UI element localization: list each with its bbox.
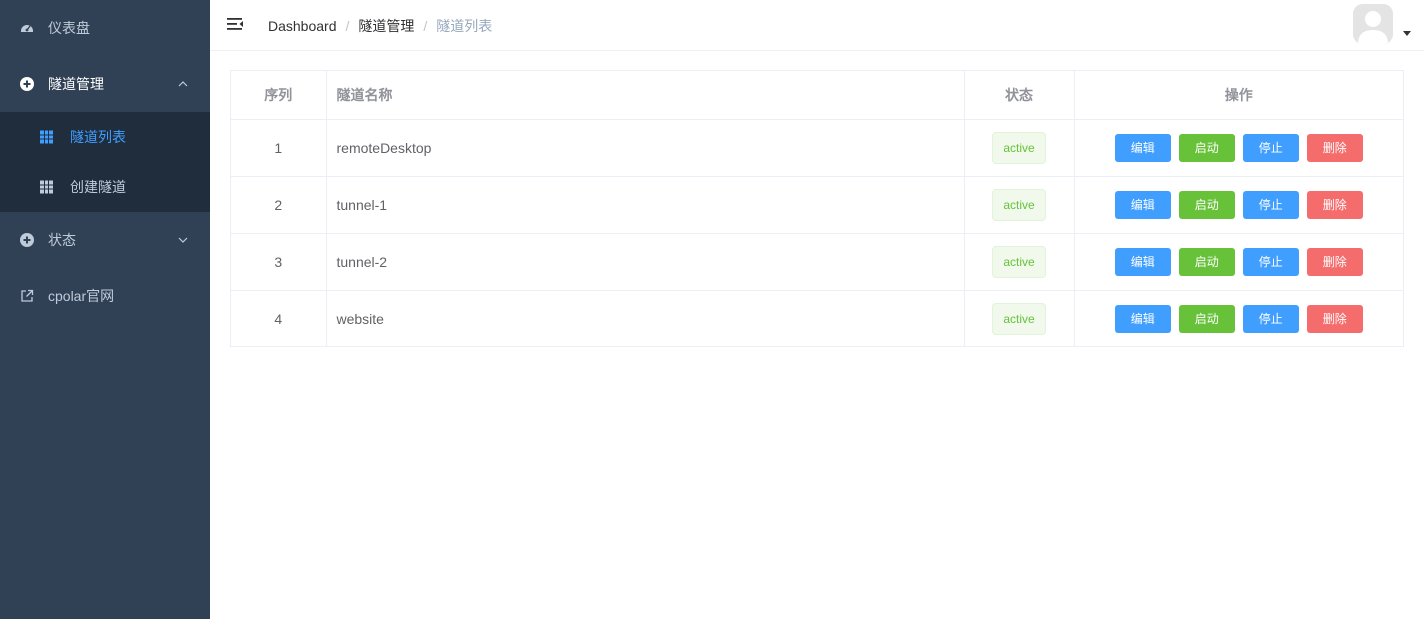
edit-button[interactable]: 编辑 — [1114, 304, 1171, 333]
external-link-icon — [21, 289, 34, 302]
breadcrumb-dashboard[interactable]: Dashboard — [268, 18, 337, 34]
sidebar-item-label: 隧道管理 — [48, 76, 104, 92]
delete-button[interactable]: 删除 — [1306, 304, 1363, 333]
row-status-cell: active — [964, 290, 1075, 347]
header-actions: 操作 — [1074, 71, 1403, 120]
breadcrumb-tunnel-management[interactable]: 隧道管理 — [358, 16, 414, 36]
header-status: 状态 — [964, 71, 1075, 120]
row-tunnel-name: website — [326, 290, 965, 347]
table-row: 1 remoteDesktop active 编辑 启动 停止 删除 — [231, 119, 1403, 177]
row-status-cell: active — [964, 233, 1075, 291]
sidebar-item-label: cpolar官网 — [48, 288, 115, 304]
stop-button[interactable]: 停止 — [1242, 190, 1299, 219]
sidebar-item-label: 创建隧道 — [70, 179, 126, 195]
grid-icon — [40, 180, 53, 194]
sidebar-item-label: 状态 — [48, 232, 76, 248]
status-badge: active — [992, 245, 1046, 278]
sidebar-item-dashboard[interactable]: 仪表盘 — [0, 0, 210, 56]
breadcrumb-separator: / — [345, 18, 350, 34]
submenu-tunnel-management: 隧道列表 创建隧道 — [0, 112, 210, 212]
sidebar-item-status[interactable]: 状态 — [0, 212, 210, 268]
row-index: 2 — [231, 176, 327, 234]
status-badge: active — [992, 302, 1046, 335]
row-actions: 编辑 启动 停止 删除 — [1074, 119, 1403, 177]
row-index: 3 — [231, 233, 327, 291]
hamburger-menu-icon[interactable] — [226, 15, 244, 33]
delete-button[interactable]: 删除 — [1306, 247, 1363, 276]
stop-button[interactable]: 停止 — [1242, 247, 1299, 276]
row-actions: 编辑 启动 停止 删除 — [1074, 233, 1403, 291]
row-tunnel-name: tunnel-1 — [326, 176, 965, 234]
edit-button[interactable]: 编辑 — [1114, 247, 1171, 276]
sidebar-item-tunnel-management[interactable]: 隧道管理 — [0, 56, 210, 112]
row-status-cell: active — [964, 119, 1075, 177]
edit-button[interactable]: 编辑 — [1114, 190, 1171, 219]
row-status-cell: active — [964, 176, 1075, 234]
header-tunnel-name: 隧道名称 — [326, 71, 965, 120]
row-actions: 编辑 启动 停止 删除 — [1074, 290, 1403, 347]
tunnel-table: 序列 隧道名称 状态 操作 1 remoteDesktop active 编辑启… — [230, 70, 1404, 347]
chevron-down-icon — [178, 237, 188, 243]
status-badge: active — [992, 188, 1046, 221]
table-row: 3 tunnel-2 active 编辑 启动 停止 删除 — [231, 233, 1403, 291]
sidebar-item-tunnel-list[interactable]: 隧道列表 — [0, 112, 210, 162]
delete-button[interactable]: 删除 — [1306, 133, 1363, 162]
start-button[interactable]: 启动 — [1178, 133, 1235, 162]
breadcrumb-tunnel-list: 隧道列表 — [436, 18, 493, 34]
row-tunnel-name: tunnel-2 — [326, 233, 965, 291]
row-index: 4 — [231, 290, 327, 347]
table-row: 4 website active 编辑 启动 停止 删除 — [231, 290, 1403, 347]
navbar: Dashboard / 隧道管理 / 隧道列表 — [210, 0, 1424, 51]
start-button[interactable]: 启动 — [1178, 304, 1235, 333]
breadcrumb-separator: / — [423, 18, 428, 34]
row-index: 1 — [231, 119, 327, 177]
avatar[interactable] — [1353, 4, 1393, 44]
row-actions: 编辑 启动 停止 删除 — [1074, 176, 1403, 234]
table-header-row: 序列 隧道名称 状态 操作 — [231, 71, 1403, 120]
start-button[interactable]: 启动 — [1178, 247, 1235, 276]
chevron-up-icon — [178, 81, 188, 87]
sidebar: 仪表盘 隧道管理 隧道列表 创建隧道 状态 cpolar官网 — [0, 0, 210, 619]
sidebar-item-label: 仪表盘 — [48, 20, 90, 36]
row-tunnel-name: remoteDesktop — [326, 119, 965, 177]
status-badge: active — [992, 131, 1046, 164]
breadcrumb: Dashboard / 隧道管理 / 隧道列表 — [268, 16, 492, 36]
caret-down-icon[interactable] — [1403, 31, 1411, 36]
sidebar-item-create-tunnel[interactable]: 创建隧道 — [0, 162, 210, 212]
table-row: 2 tunnel-1 active 编辑 启动 停止 删除 — [231, 176, 1403, 234]
dashboard-icon — [21, 25, 33, 32]
delete-button[interactable]: 删除 — [1306, 190, 1363, 219]
stop-button[interactable]: 停止 — [1242, 133, 1299, 162]
header-index: 序列 — [231, 71, 327, 120]
plus-circle-icon — [20, 77, 34, 91]
grid-icon — [40, 130, 53, 144]
sidebar-item-cpolar-website[interactable]: cpolar官网 — [0, 268, 210, 324]
stop-button[interactable]: 停止 — [1242, 304, 1299, 333]
sidebar-item-label: 隧道列表 — [70, 129, 126, 145]
user-avatar-icon — [1353, 4, 1393, 44]
plus-circle-icon — [20, 233, 34, 247]
edit-button[interactable]: 编辑 — [1114, 133, 1171, 162]
start-button[interactable]: 启动 — [1178, 190, 1235, 219]
